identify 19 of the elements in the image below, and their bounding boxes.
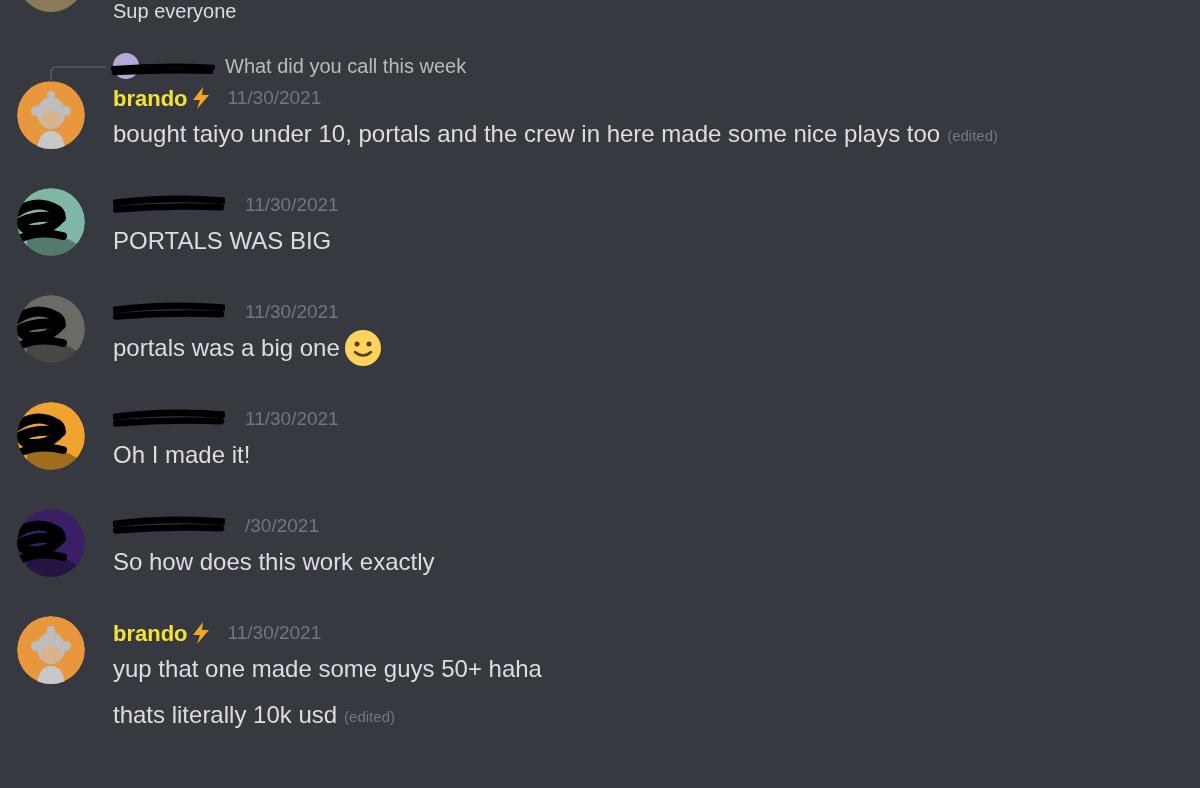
message-text: bought taiyo under 10, portals and the crew in here made some nice plays too bbox=[113, 119, 941, 149]
timestamp: 11/30/2021 bbox=[227, 620, 322, 645]
timestamp: 11/30/2021 bbox=[245, 406, 339, 431]
timestamp: 11/30/2021 bbox=[245, 299, 339, 324]
message-text: So how does this work exactly bbox=[113, 547, 435, 577]
reply-preview: What did you call this week bbox=[225, 54, 467, 79]
username: brando bbox=[113, 84, 188, 113]
message-text: thats literally 10k usd bbox=[113, 700, 338, 730]
message-text: yup that one made some guys 50+ haha bbox=[113, 654, 542, 684]
edited-label: (edited) bbox=[947, 125, 999, 146]
timestamp: 11/30/2021 bbox=[245, 192, 339, 217]
message-text: Sup everyone bbox=[113, 0, 237, 22]
timestamp: 11/30/2021 bbox=[227, 85, 322, 110]
message-text: Oh I made it! bbox=[113, 440, 251, 470]
username: brando bbox=[113, 619, 188, 648]
message-text: portals was a big one bbox=[113, 333, 340, 363]
edited-label: (edited) bbox=[344, 706, 395, 727]
timestamp: /30/2021 bbox=[245, 513, 319, 538]
message-text: PORTALS WAS BIG bbox=[113, 226, 332, 256]
